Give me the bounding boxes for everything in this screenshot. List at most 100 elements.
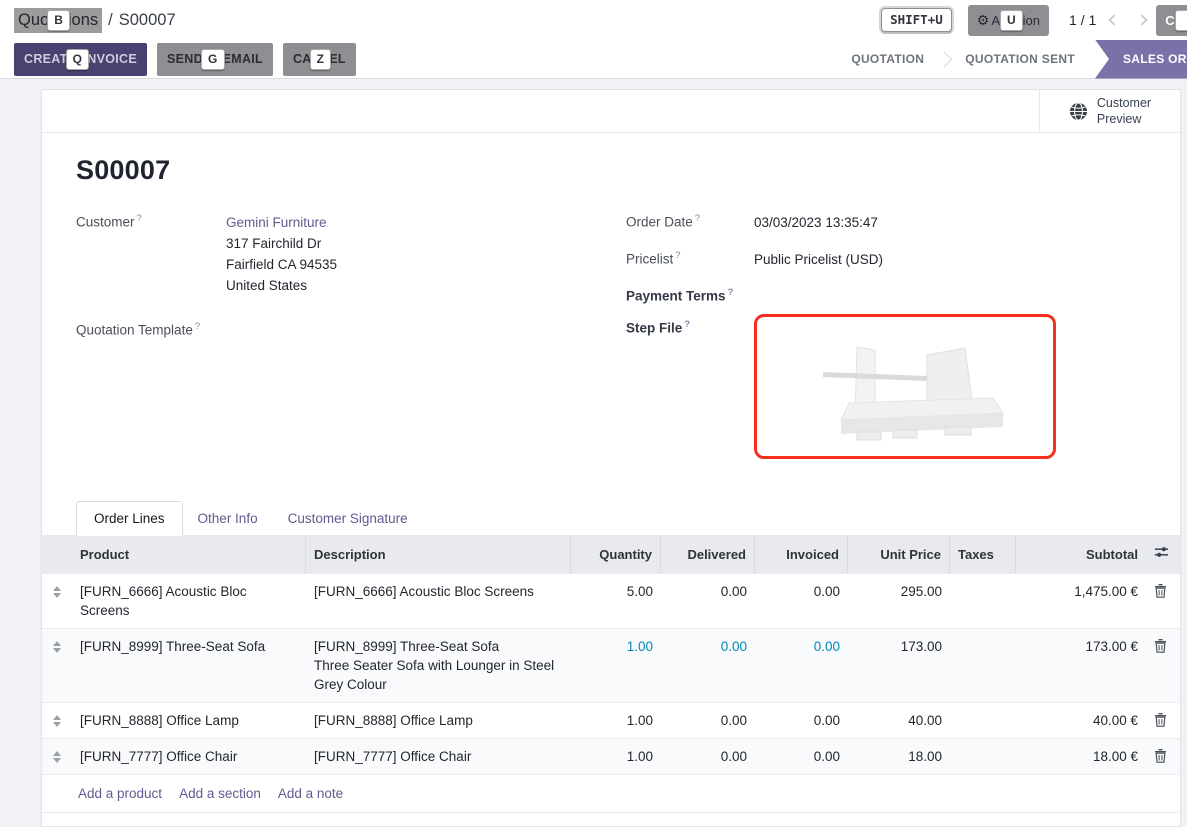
row-description[interactable]: [FURN_8999] Three-Seat SofaThree Seater … [306,629,571,702]
invoiced-column-header[interactable]: Invoiced [755,535,848,574]
field-payment-terms: Payment Terms? [626,286,1146,304]
breadcrumb-quotations-pre: Quo [18,11,49,30]
tab-customer-signature[interactable]: Customer Signature [273,502,423,535]
drag-handle-icon[interactable] [42,629,72,661]
help-icon: ? [695,213,700,224]
customer-link[interactable]: Gemini Furniture [226,215,327,230]
step-file-field-label: Step File? [626,318,754,459]
row-unit-price[interactable]: 18.00 [848,739,950,774]
record-sheet: Customer Preview S00007 Customer? Gemini… [41,89,1181,827]
drag-handle-icon[interactable] [42,703,72,735]
sheet-top-strip: Customer Preview [42,90,1180,133]
drag-handle-icon[interactable] [42,574,72,606]
cutoff-button-label: C [1165,13,1174,28]
row-unit-price[interactable]: 173.00 [848,629,950,664]
row-description[interactable]: [FURN_7777] Office Chair [306,739,571,774]
shortcut-key-badge-shift-u: SHIFT+U [881,8,952,32]
description-column-header[interactable]: Description [306,535,571,574]
pricelist-field-value[interactable]: Public Pricelist (USD) [754,249,883,270]
tab-order-lines[interactable]: Order Lines [76,501,183,536]
statusbar: QUOTATION QUOTATION SENT SALES ORDER [831,40,1187,79]
cancel-label-post: EL [329,52,346,66]
action-menu-button[interactable]: ⚙ AUion [968,5,1049,36]
delete-row-button[interactable] [1146,739,1180,771]
delete-row-button[interactable] [1146,703,1180,735]
help-icon: ? [137,213,142,224]
delivered-column-header[interactable]: Delivered [661,535,755,574]
delete-row-button[interactable] [1146,574,1180,606]
row-description[interactable]: [FURN_6666] Acoustic Bloc Screens [306,574,571,609]
step-file-preview-box[interactable] [754,314,1056,459]
status-step-sales-order[interactable]: SALES ORDER [1095,40,1187,79]
add-a-section-link[interactable]: Add a section [179,786,261,801]
cutoff-create-button[interactable]: C [1156,5,1187,36]
top-right-controls: SHIFT+U ⚙ AUion 1 / 1 C [881,5,1187,36]
pricelist-field-label: Pricelist? [626,249,754,270]
row-product[interactable]: [FURN_7777] Office Chair [72,739,306,774]
action-buttons: CREATQNVOICE SENDGEMAIL CAZEL [14,43,356,76]
table-row[interactable]: [FURN_6666] Acoustic Bloc Screens [FURN_… [42,574,1180,629]
row-quantity[interactable]: 5.00 [571,574,661,609]
action-menu-label-post: ion [1023,13,1040,28]
row-taxes[interactable] [950,703,1016,719]
breadcrumb-quotations-link[interactable]: QuoBions [14,8,102,33]
row-taxes[interactable] [950,739,1016,755]
customer-address-line: 317 Fairchild Dr [226,233,337,254]
status-step-quotation[interactable]: QUOTATION [831,40,944,79]
status-step-quotation-sent[interactable]: QUOTATION SENT [945,40,1095,79]
row-subtotal: 1,475.00 € [1016,574,1146,609]
drag-handle-icon[interactable] [42,739,72,771]
row-unit-price[interactable]: 40.00 [848,703,950,738]
row-delivered: 0.00 [661,703,755,738]
row-subtotal: 40.00 € [1016,703,1146,738]
shortcut-key-badge-z: Z [310,49,332,70]
row-quantity[interactable]: 1.00 [571,629,661,664]
taxes-column-header[interactable]: Taxes [950,535,1016,574]
field-quotation-template: Quotation Template? [76,320,596,338]
subtotal-column-header[interactable]: Subtotal [1016,535,1146,574]
row-taxes[interactable] [950,574,1016,590]
pager-next-icon[interactable] [1137,14,1148,25]
row-product[interactable]: [FURN_8888] Office Lamp [72,703,306,738]
row-delivered: 0.00 [661,629,755,664]
row-product[interactable]: [FURN_8999] Three-Seat Sofa [72,629,306,664]
row-quantity[interactable]: 1.00 [571,739,661,774]
row-quantity[interactable]: 1.00 [571,703,661,738]
tab-other-info[interactable]: Other Info [183,502,273,535]
delete-row-button[interactable] [1146,629,1180,661]
add-a-note-link[interactable]: Add a note [278,786,343,801]
content-area: Customer Preview S00007 Customer? Gemini… [0,79,1187,827]
order-date-field-label: Order Date? [626,212,754,233]
field-step-file: Step File? [626,318,1146,459]
row-taxes[interactable] [950,629,1016,645]
cancel-button[interactable]: CAZEL [283,43,356,76]
table-row[interactable]: [FURN_8999] Three-Seat Sofa [FURN_8999] … [42,629,1180,703]
action-menu-label-pre: A [991,13,1000,28]
customer-address-line: Fairfield CA 94535 [226,254,337,275]
table-header-row: Product Description Quantity Delivered I… [42,535,1180,574]
row-product[interactable]: [FURN_6666] Acoustic Bloc Screens [72,574,306,628]
shortcut-key-badge-u: U [1000,10,1023,31]
quantity-column-header[interactable]: Quantity [571,535,661,574]
send-email-button[interactable]: SENDGEMAIL [157,43,273,76]
pager-previous-icon[interactable] [1109,14,1120,25]
shortcut-key-badge-g: G [201,49,225,70]
row-description[interactable]: [FURN_8888] Office Lamp [306,703,571,738]
help-icon: ? [728,287,734,298]
create-invoice-label-pre: CREAT [24,52,68,66]
order-date-field-value[interactable]: 03/03/2023 13:35:47 [754,212,878,233]
help-icon: ? [675,250,680,261]
table-row[interactable]: [FURN_7777] Office Chair [FURN_7777] Off… [42,739,1180,775]
customer-preview-button[interactable]: Customer Preview [1039,90,1180,132]
row-unit-price[interactable]: 295.00 [848,574,950,609]
add-a-product-link[interactable]: Add a product [78,786,162,801]
send-email-label-post: EMAIL [223,52,263,66]
globe-icon [1069,102,1088,121]
product-column-header[interactable]: Product [72,535,306,574]
optional-columns-button[interactable] [1146,535,1180,569]
action-status-bar: CREATQNVOICE SENDGEMAIL CAZEL QUOTATION … [0,40,1187,79]
unit-price-column-header[interactable]: Unit Price [848,535,950,574]
table-row[interactable]: [FURN_8888] Office Lamp [FURN_8888] Offi… [42,703,1180,739]
notebook-tabs: Order Lines Other Info Customer Signatur… [76,501,1146,535]
create-invoice-button[interactable]: CREATQNVOICE [14,43,147,76]
